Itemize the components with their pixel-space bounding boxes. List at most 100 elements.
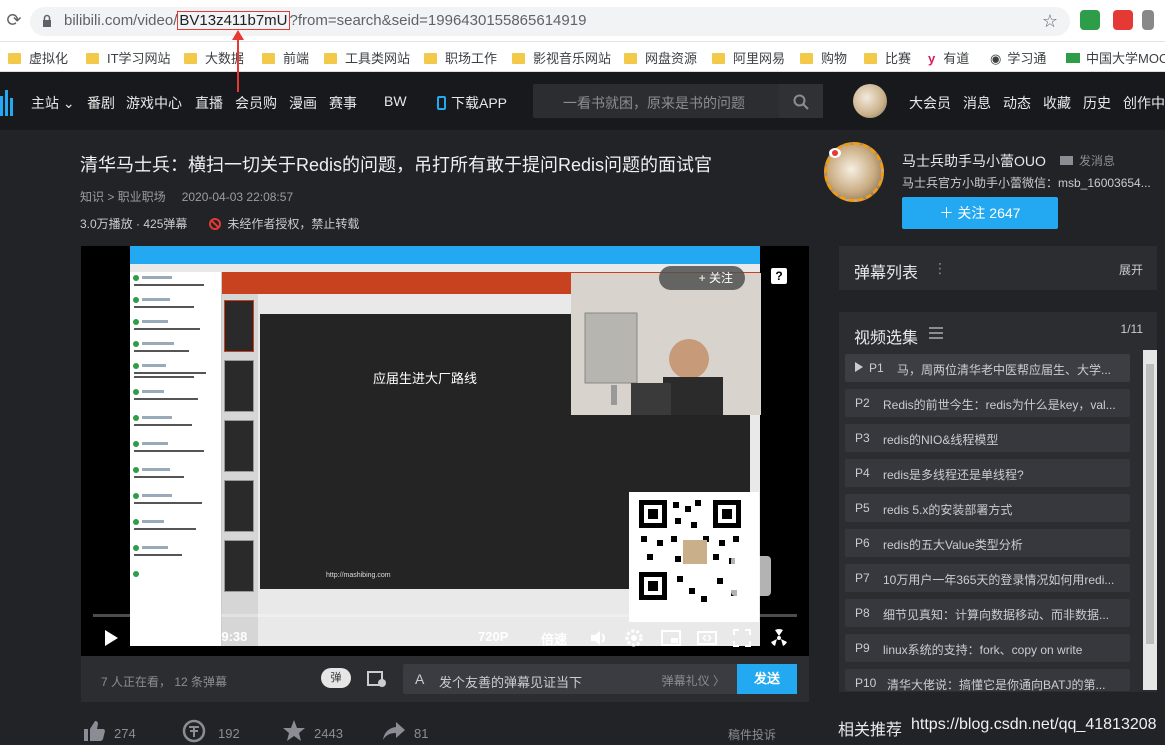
nav-game-center[interactable]: 游戏中心 — [126, 93, 182, 113]
nav-history[interactable]: 历史 — [1083, 93, 1111, 113]
bookmark-item[interactable]: IT学习网站 — [86, 48, 171, 67]
video-category[interactable]: 知识 > 职业职场 — [80, 190, 166, 204]
nav-manga[interactable]: 漫画 — [289, 93, 317, 113]
playlist-item[interactable]: P3 redis的NIO&线程模型 — [845, 424, 1130, 452]
bookmark-star-icon[interactable]: ☆ — [1042, 11, 1058, 32]
reload-icon[interactable]: ⟳ — [4, 10, 24, 30]
playlist-item[interactable]: P4 redis是多线程还是单线程? — [845, 459, 1130, 487]
report-link[interactable]: 稿件投诉 — [728, 726, 776, 743]
settings-gear-icon[interactable] — [625, 629, 643, 647]
nav-vip[interactable]: 大会员 — [909, 93, 951, 113]
play-icon[interactable] — [103, 629, 119, 647]
progress-bar[interactable] — [93, 614, 797, 617]
playlist-scrollbar[interactable] — [1143, 350, 1157, 690]
bookmark-item[interactable]: 中国大学MOOC — [1066, 48, 1165, 67]
pip-icon[interactable] — [661, 629, 681, 647]
lock-icon — [43, 14, 51, 27]
extension-icon-2[interactable] — [1142, 10, 1154, 30]
bookmark-item[interactable]: y 有道 — [928, 48, 969, 67]
nav-creator-center[interactable]: 创作中心 — [1123, 93, 1165, 113]
site-header: 主站 ⌄ 番剧 游戏中心 直播 会员购 漫画 赛事 BW 下载APP 一看书就困… — [0, 72, 1165, 130]
nav-mall[interactable]: 会员购 — [235, 93, 277, 113]
like-icon[interactable] — [82, 719, 106, 743]
share-count: 81 — [414, 726, 429, 741]
nav-download-app[interactable]: 下载APP — [437, 93, 507, 113]
playlist-item[interactable]: P1 马，周两位清华老中医帮应届生、大学... — [845, 354, 1130, 382]
bookmark-item[interactable]: 影视音乐网站 — [512, 48, 611, 67]
speed-button[interactable]: 倍速 — [541, 629, 567, 648]
overlay-follow-button[interactable]: + 关注 — [659, 266, 745, 290]
more-icon[interactable]: ⋮ — [933, 260, 947, 277]
nav-messages[interactable]: 消息 — [963, 93, 991, 113]
bookmark-item[interactable]: 阿里网易 — [712, 48, 785, 67]
extension-icon[interactable] — [1113, 10, 1133, 30]
folder-icon — [624, 53, 637, 64]
playlist-item[interactable]: P2 Redis的前世今生：redis为什么是key，val... — [845, 389, 1130, 417]
help-icon[interactable]: ? — [771, 268, 787, 284]
playlist-item[interactable]: P8 细节见真知：计算向数据移动、而非数据... — [845, 599, 1130, 627]
bookmark-item[interactable]: 购物 — [800, 48, 847, 67]
favorite-icon[interactable] — [282, 719, 306, 743]
list-icon[interactable] — [929, 327, 943, 339]
shield-extension-icon[interactable] — [1080, 10, 1100, 30]
annotation-arrow — [232, 30, 244, 92]
expand-button[interactable]: 展开 — [1119, 261, 1143, 278]
danmaku-list-panel[interactable]: 弹幕列表 ⋮ 展开 — [839, 246, 1157, 290]
playlist-item[interactable]: P5 redis 5.x的安装部署方式 — [845, 494, 1130, 522]
next-icon[interactable] — [139, 630, 153, 646]
url-text: bilibili.com/video/BV13z411b7mU ?from=sea… — [64, 11, 586, 30]
folder-icon — [86, 53, 99, 64]
bookmark-item[interactable]: ◉ 学习通 — [990, 48, 1046, 67]
playlist-item[interactable]: P7 10万用户一年365天的登录情况如何用redi... — [845, 564, 1130, 592]
mail-icon — [1060, 156, 1073, 165]
share-icon[interactable] — [382, 719, 406, 743]
bookmark-item[interactable]: 职场工作 — [424, 48, 497, 67]
playlist-item[interactable]: P10 清华大佬说：搞懂它是你通向BATJ的第... — [845, 669, 1130, 692]
scrollbar-thumb[interactable] — [1146, 364, 1154, 644]
send-button[interactable]: 发送 — [737, 664, 797, 694]
search-button[interactable] — [779, 84, 823, 118]
playlist-item[interactable]: P6 redis的五大Value类型分析 — [845, 529, 1130, 557]
nav-bw[interactable]: BW — [384, 93, 407, 109]
folder-icon — [800, 53, 813, 64]
user-avatar[interactable] — [853, 84, 887, 118]
danmaku-toggle[interactable]: 弹 — [321, 668, 351, 688]
danmaku-list-title: 弹幕列表 — [854, 265, 919, 282]
nav-bangumi[interactable]: 番剧 — [87, 93, 115, 113]
nav-favorites[interactable]: 收藏 — [1043, 93, 1071, 113]
nav-main[interactable]: 主站 ⌄ — [31, 93, 75, 113]
nav-esports[interactable]: 赛事 — [329, 93, 357, 113]
coin-icon[interactable] — [182, 719, 206, 743]
omnibox[interactable]: bilibili.com/video/BV13z411b7mU ?from=sea… — [30, 7, 1070, 36]
bookmark-item[interactable]: 前端 — [262, 48, 309, 67]
danmaku-input[interactable]: A 发个友善的弹幕见证当下 弹幕礼仪 〉 — [403, 664, 737, 694]
fullscreen-icon[interactable] — [733, 629, 751, 647]
quality-button[interactable]: 720P — [478, 629, 508, 644]
youdao-icon: y — [928, 51, 936, 66]
folder-icon — [262, 53, 275, 64]
chat-lines — [133, 275, 206, 577]
next-arrow-icon[interactable] — [731, 556, 771, 596]
send-message-link[interactable]: 发消息 — [1060, 152, 1115, 169]
nav-live[interactable]: 直播 — [195, 93, 223, 113]
danmaku-settings-icon[interactable] — [367, 670, 387, 688]
widescreen-icon[interactable] — [697, 629, 717, 647]
bookmark-item[interactable]: 比赛 — [864, 48, 911, 67]
bilibili-logo-icon[interactable] — [0, 88, 16, 116]
uploader-name[interactable]: 马士兵助手马小蕾OUO — [902, 151, 1046, 171]
bookmark-item[interactable]: 虚拟化 — [8, 48, 68, 67]
favorite-count: 2443 — [314, 726, 343, 741]
playlist-item[interactable]: P9 linux系统的支持：fork、copy on write — [845, 634, 1130, 662]
volume-icon[interactable] — [589, 629, 607, 647]
search-input[interactable]: 一看书就困，原来是书的问题 — [533, 84, 823, 118]
video-player[interactable]: 应届生进大厂路线 http://mashibing.com + 关注 ? 00:… — [81, 246, 809, 656]
radiation-icon[interactable] — [769, 629, 789, 647]
nav-dynamics[interactable]: 动态 — [1003, 93, 1031, 113]
danmaku-etiquette-link[interactable]: 弹幕礼仪 〉 — [662, 672, 725, 689]
related-title: 相关推荐 — [838, 722, 903, 739]
bookmark-item[interactable]: 工具类网站 — [324, 48, 410, 67]
bookmark-item[interactable]: 网盘资源 — [624, 48, 697, 67]
player-controls: 00:00 / 59:38 720P 倍速 — [81, 620, 809, 656]
text-style-icon[interactable]: A — [415, 671, 424, 687]
follow-button[interactable]: ＋ 关注 2647 — [902, 197, 1058, 229]
